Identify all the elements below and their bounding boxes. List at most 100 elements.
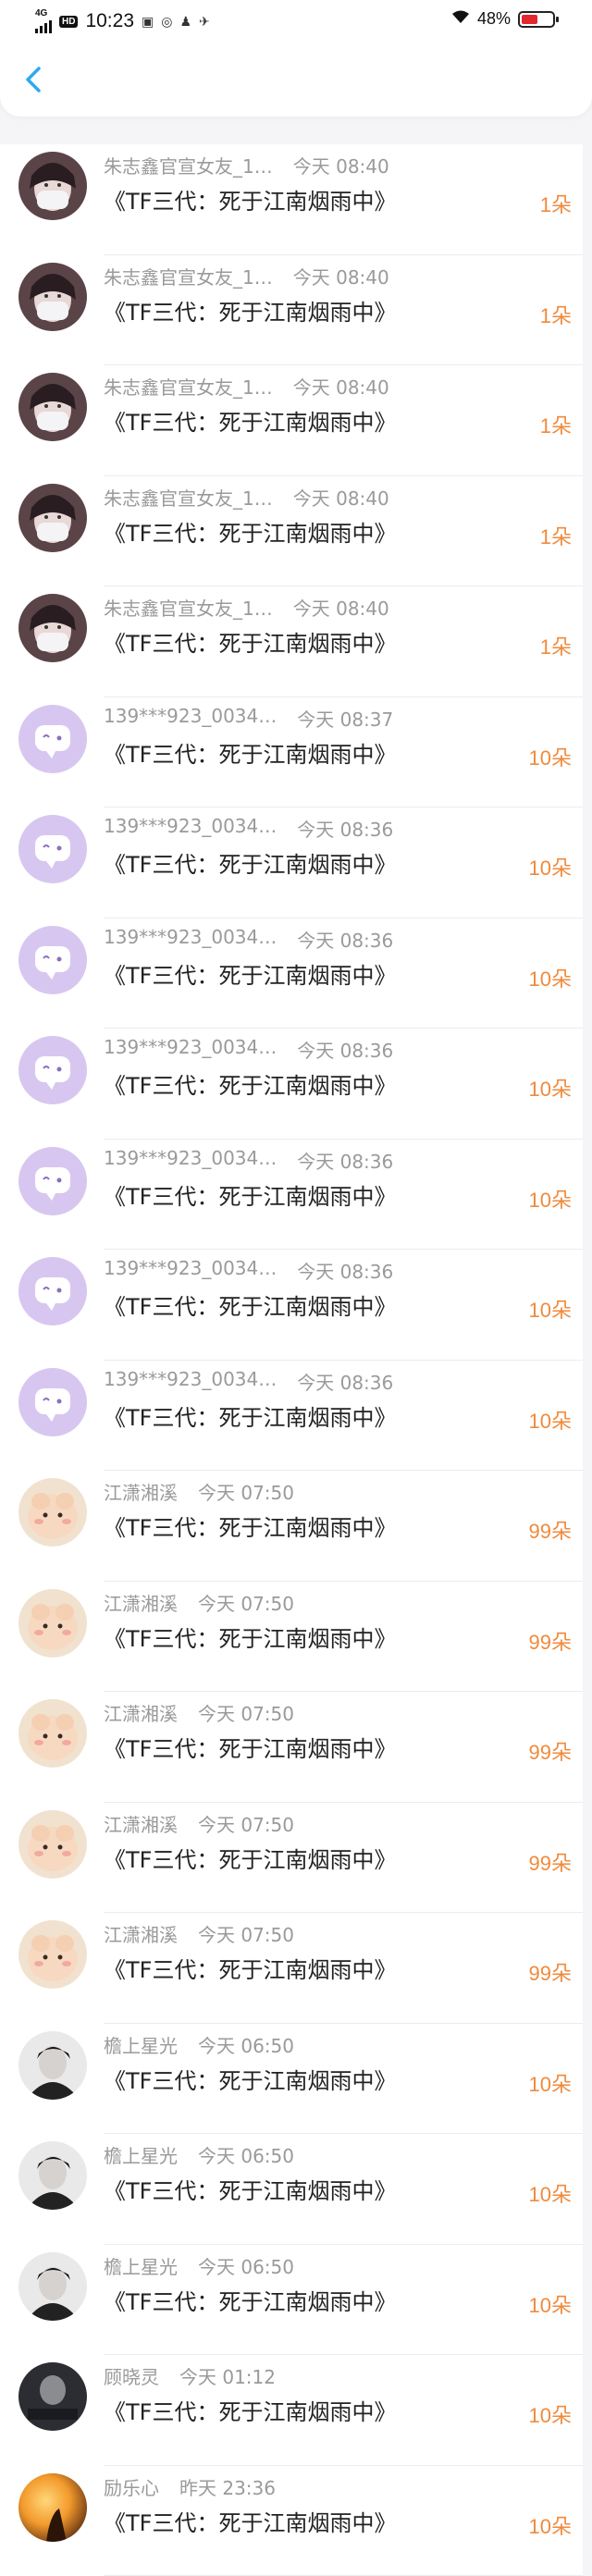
row-meta: 朱志鑫官宣女友_1… 今天 08:40 [104,373,389,400]
work-title: 《TF三代：死于江南烟雨中》 [104,1731,396,1763]
gift-record-row[interactable]: 朱志鑫官宣女友_1…今天 08:40《TF三代：死于江南烟雨中》1朵 [0,255,583,366]
avatar[interactable] [18,373,87,441]
send-time: 今天 08:40 [293,484,389,511]
send-time: 今天 08:40 [293,263,389,290]
user-name: 顾晓灵 [104,2362,159,2389]
avatar[interactable] [18,1036,87,1104]
gift-record-row[interactable]: 檐上星光今天 06:50 《TF三代：死于江南烟雨中》 10朵 [0,2024,583,2135]
send-time: 今天 07:50 [198,1699,294,1726]
avatar[interactable] [18,1589,87,1658]
work-title: 《TF三代：死于江南烟雨中》 [104,2063,396,2095]
notification-icon: ▣ [142,14,154,30]
signal-icon [35,18,52,33]
work-title: 《TF三代：死于江南烟雨中》 [104,957,396,990]
user-name: 139***923_0034… [104,1036,277,1063]
send-time: 今天 07:50 [198,1589,294,1616]
gift-record-row[interactable]: 朱志鑫官宣女友_1…今天 08:40《TF三代：死于江南烟雨中》1朵 [0,586,583,697]
avatar[interactable] [18,484,87,552]
send-time: 今天 07:50 [198,1920,294,1947]
avatar[interactable] [18,2031,87,2100]
row-meta: 139***923_0034… 今天 08:36 [104,1036,393,1063]
wifi-icon [451,9,470,29]
flower-count: 10朵 [529,1184,572,1214]
gift-record-row[interactable]: 139***923_0034…今天 08:36 《TF三代：死于江南烟雨中》 10朵 [0,807,583,918]
avatar[interactable] [18,926,87,994]
flower-count: 10朵 [529,2068,572,2098]
user-name: 江潇湘溪 [104,1589,178,1616]
row-meta: 139***923_0034…今天 08:36 [104,1257,393,1284]
hd-badge: HD [59,16,78,28]
send-time: 今天 08:36 [297,926,393,953]
gift-record-row[interactable]: 朱志鑫官宣女友_1…今天 08:40《TF三代：死于江南烟雨中》1朵 [0,476,583,587]
flower-count: 10朵 [529,2178,572,2208]
flower-count: 10朵 [529,1405,572,1435]
gift-record-row[interactable]: 檐上星光今天 06:50《TF三代：死于江南烟雨中》10朵 [0,2134,583,2245]
user-name: 朱志鑫官宣女友_1… [104,373,273,400]
user-name: 朱志鑫官宣女友_1… [104,484,273,511]
gift-record-row[interactable]: 139***923_0034…今天 08:37《TF三代：死于江南烟雨中》10朵 [0,697,583,808]
flower-count: 10朵 [529,2289,572,2319]
gift-record-row[interactable]: 朱志鑫官宣女友_1…今天 08:40《TF三代：死于江南烟雨中》1朵 [0,144,583,255]
gift-record-row[interactable]: 檐上星光今天 06:50《TF三代：死于江南烟雨中》10朵 [0,2245,583,2356]
send-time: 今天 06:50 [198,2252,294,2279]
send-time: 今天 08:36 [297,1036,393,1063]
avatar[interactable] [18,1699,87,1768]
row-meta: 朱志鑫官宣女友_1…今天 08:40 [104,263,389,290]
gift-record-row[interactable]: 顾晓灵今天 01:12《TF三代：死于江南烟雨中》10朵 [0,2355,583,2466]
user-name: 江潇湘溪 [104,1810,178,1837]
gift-record-row[interactable]: 励乐心昨天 23:36《TF三代：死于江南烟雨中》10朵 [0,2466,583,2576]
flower-count: 1朵 [540,631,572,660]
gift-record-row[interactable]: 江潇湘溪今天 07:50《TF三代：死于江南烟雨中》99朵 [0,1471,583,1582]
gift-record-row[interactable]: 江潇湘溪今天 07:50《TF三代：死于江南烟雨中》99朵 [0,1913,583,2024]
avatar[interactable] [18,1147,87,1215]
gift-record-row[interactable]: 139***923_0034…今天 08:36《TF三代：死于江南烟雨中》10朵 [0,1029,583,1140]
avatar[interactable] [18,1810,87,1879]
gift-record-row[interactable]: 朱志鑫官宣女友_1…今天 08:40《TF三代：死于江南烟雨中》1朵 [0,365,583,476]
flower-count: 10朵 [529,742,572,771]
work-title: 《TF三代：死于江南烟雨中》 [104,2284,396,2316]
send-time: 今天 07:50 [198,1810,294,1837]
avatar[interactable] [18,594,87,662]
row-meta: 139***923_0034…今天 08:36 [104,1147,393,1174]
flower-count: 10朵 [529,852,572,881]
send-time: 今天 08:40 [293,373,389,400]
avatar[interactable] [18,1920,87,1989]
avatar[interactable] [18,1368,87,1436]
user-name: 139***923_0034… [104,926,277,953]
penguin-icon: ♟ [179,14,191,30]
avatar[interactable] [18,1478,87,1547]
avatar[interactable] [18,2473,87,2542]
row-meta: 励乐心昨天 23:36 [104,2473,276,2500]
work-title: 《TF三代：死于江南烟雨中》 [104,404,396,437]
avatar[interactable] [18,2141,87,2210]
send-time: 今天 01:12 [179,2362,276,2389]
gift-record-row[interactable]: 江潇湘溪今天 07:50《TF三代：死于江南烟雨中》99朵 [0,1803,583,1914]
user-name: 139***923_0034… [104,1257,277,1284]
work-title: 《TF三代：死于江南烟雨中》 [104,1178,396,1211]
flower-count: 1朵 [540,300,572,329]
row-meta: 江潇湘溪今天 07:50 [104,1699,294,1726]
gift-record-row[interactable]: 江潇湘溪今天 07:50《TF三代：死于江南烟雨中》99朵 [0,1692,583,1803]
avatar[interactable] [18,2362,87,2431]
avatar[interactable] [18,152,87,220]
avatar[interactable] [18,815,87,883]
gift-record-row[interactable]: 139***923_0034…今天 08:36 《TF三代：死于江南烟雨中》 10朵 [0,1140,583,1251]
avatar[interactable] [18,705,87,773]
work-title: 《TF三代：死于江南烟雨中》 [104,846,396,879]
avatar[interactable] [18,2252,87,2321]
avatar[interactable] [18,263,87,331]
row-meta: 139***923_0034…今天 08:36 [104,815,393,842]
avatar[interactable] [18,1257,87,1325]
gift-record-row[interactable]: 江潇湘溪今天 07:50《TF三代：死于江南烟雨中》99朵 [0,1582,583,1693]
gift-record-row[interactable]: 139***923_0034…今天 08:36《TF三代：死于江南烟雨中》10朵 [0,1250,583,1361]
row-meta: 檐上星光今天 06:50 [104,2031,294,2058]
flower-count: 99朵 [529,1626,572,1656]
flower-count: 10朵 [529,2399,572,2429]
user-name: 朱志鑫官宣女友_1… [104,152,273,179]
battery-icon [518,11,555,28]
gift-record-row[interactable]: 139***923_0034…今天 08:36《TF三代：死于江南烟雨中》10朵 [0,1361,583,1472]
gift-record-row[interactable]: 139***923_0034…今天 08:36《TF三代：死于江南烟雨中》10朵 [0,918,583,1029]
user-name: 江潇湘溪 [104,1920,178,1947]
back-button[interactable] [20,63,46,96]
status-time: 10:23 [85,10,134,32]
